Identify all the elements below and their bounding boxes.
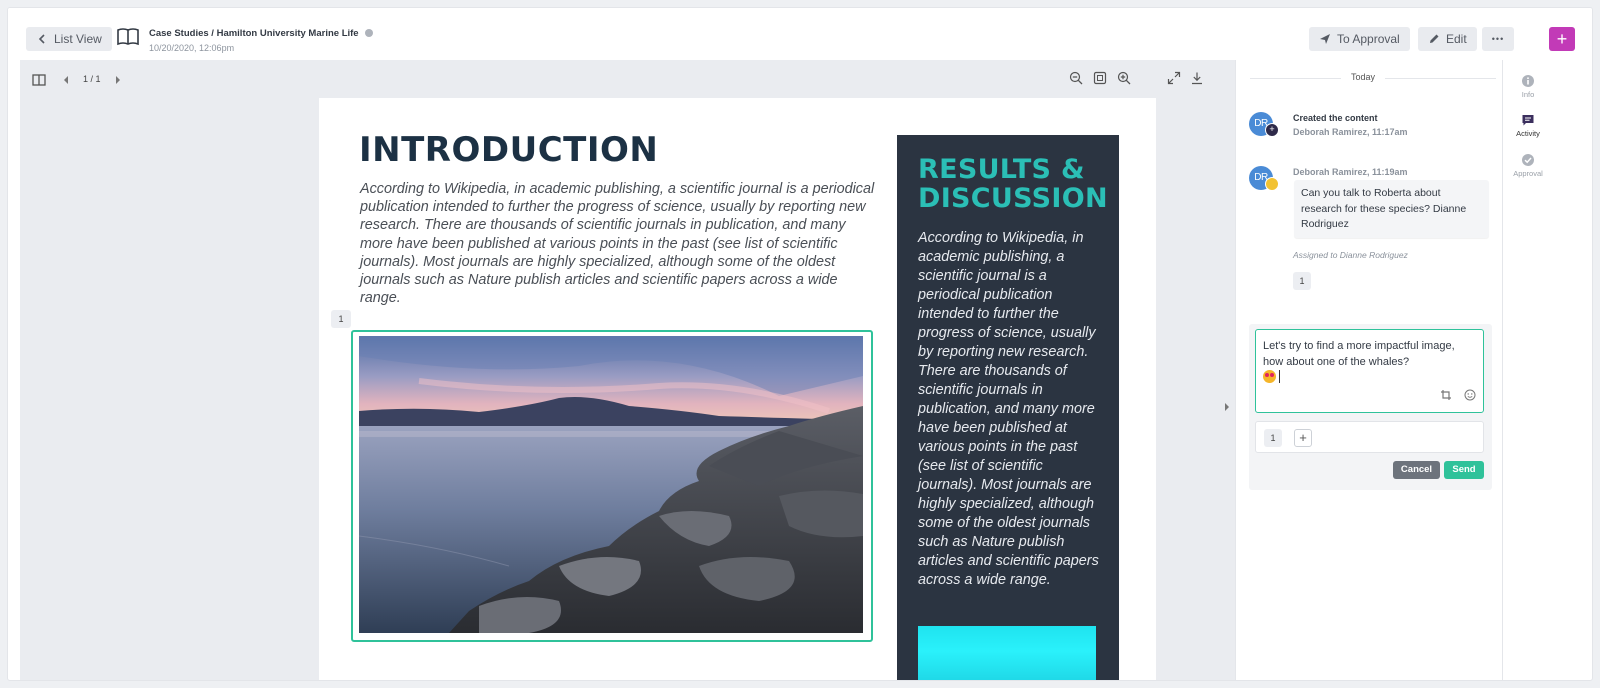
results-paragraph: According to Wikipedia, in academic publ… (918, 230, 1099, 588)
activity-panel: Today DR + Created the content Deborah R… (1235, 60, 1502, 680)
zoom-out-icon[interactable] (1069, 71, 1083, 85)
info-icon (1522, 75, 1534, 87)
comment-count-badge[interactable]: 1 (1293, 272, 1311, 290)
results-heading: RESULTS & DISCUSSION (918, 154, 1108, 214)
zoom-in-icon[interactable] (1117, 71, 1131, 85)
annotation-count-badge[interactable]: 1 (1264, 429, 1282, 447)
date-label: Today (1341, 72, 1386, 82)
cancel-button[interactable]: Cancel (1393, 461, 1440, 479)
content-timestamp: 10/20/2020, 12:06pm (149, 43, 235, 53)
intro-heading: INTRODUCTION (359, 130, 659, 170)
heart-eyes-emoji-icon (1263, 370, 1276, 383)
clipboard-icon (1265, 177, 1279, 191)
chevron-left-icon (38, 34, 45, 44)
page-count: 1 / 1 (83, 74, 101, 84)
next-page-icon[interactable] (113, 73, 123, 87)
document-page: INTRODUCTION According to Wikipedia, in … (319, 98, 1156, 680)
to-approval-button[interactable]: To Approval (1309, 27, 1410, 51)
comment-input[interactable]: Let's try to find a more impactful image… (1255, 329, 1484, 413)
rail-label-approval: Approval (1513, 169, 1543, 178)
comment-count-badge[interactable]: 1 (331, 310, 351, 328)
comment-input-text: Let's try to find a more impactful image… (1263, 340, 1455, 368)
intro-paragraph: According to Wikipedia, in academic publ… (360, 181, 875, 307)
book-icon (117, 28, 139, 46)
document-viewer: 1 / 1 INTRODUCTION According to Wikipedi… (20, 60, 1235, 680)
activity-meta: Deborah Ramirez, 11:17am (1293, 127, 1408, 137)
rail-label-info: Info (1521, 90, 1535, 99)
split-view-icon[interactable] (32, 73, 46, 87)
to-approval-label: To Approval (1337, 32, 1400, 46)
viewer-toolbar: 1 / 1 (20, 60, 1235, 94)
rail-item-activity[interactable]: Activity (1503, 113, 1553, 138)
ocean-image-strip (918, 626, 1096, 680)
download-icon[interactable] (1190, 71, 1204, 85)
send-button[interactable]: Send (1444, 461, 1484, 479)
status-dot (364, 29, 373, 38)
assigned-to: Assigned to Dianne Rodriguez (1293, 250, 1408, 260)
breadcrumb[interactable]: Case Studies / Hamilton University Marin… (149, 28, 373, 39)
edit-label: Edit (1446, 32, 1467, 46)
emoji-picker-icon[interactable] (1464, 389, 1476, 401)
rail-label-activity: Activity (1516, 129, 1540, 138)
list-view-label: List View (54, 32, 102, 46)
collapse-panel-arrow-icon[interactable] (1223, 402, 1231, 412)
activity-meta: Deborah Ramirez, 11:19am (1293, 167, 1408, 177)
more-options-button[interactable]: ••• (1482, 27, 1514, 51)
rail-item-info[interactable]: Info (1503, 74, 1553, 99)
list-view-button[interactable]: List View (26, 27, 112, 51)
fit-page-icon[interactable] (1093, 71, 1107, 85)
rail-item-approval[interactable]: Approval (1503, 153, 1553, 178)
app-window: List View Case Studies / Hamilton Univer… (7, 7, 1593, 681)
composer-toolbar: 1 + (1255, 421, 1484, 453)
check-circle-icon (1522, 154, 1534, 166)
coastline-photo (359, 336, 863, 633)
plus-icon: + (1265, 123, 1279, 137)
add-button[interactable]: + (1549, 27, 1575, 51)
edit-button[interactable]: Edit (1418, 27, 1477, 51)
selected-image-annotation[interactable] (351, 330, 873, 642)
add-annotation-button[interactable]: + (1294, 429, 1312, 447)
comment-composer: Let's try to find a more impactful image… (1249, 324, 1492, 490)
coastline-image (359, 336, 863, 633)
text-caret (1279, 370, 1280, 383)
comment-bubble: Can you talk to Roberta about research f… (1294, 180, 1489, 238)
activity-title: Created the content (1293, 113, 1378, 123)
breadcrumb-text: Case Studies / Hamilton University Marin… (149, 28, 359, 39)
crop-icon[interactable] (1440, 389, 1452, 401)
pencil-icon (1430, 34, 1439, 43)
header: List View Case Studies / Hamilton Univer… (8, 8, 1592, 60)
results-panel: RESULTS & DISCUSSION According to Wikipe… (897, 135, 1119, 680)
expand-icon[interactable] (1167, 71, 1181, 85)
send-icon (1320, 34, 1330, 44)
right-rail: Info Activity Approval (1502, 60, 1553, 680)
chat-icon (1522, 115, 1534, 126)
previous-page-icon[interactable] (61, 73, 71, 87)
